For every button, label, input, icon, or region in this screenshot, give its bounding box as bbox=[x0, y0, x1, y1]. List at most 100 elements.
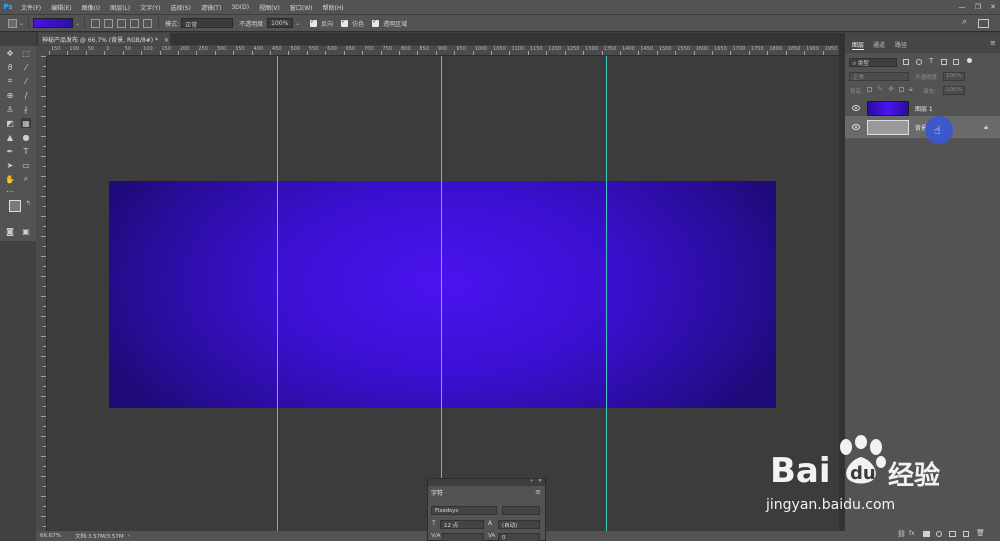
kind-filter-select[interactable]: ⌕ 类型 bbox=[849, 58, 897, 67]
pen-tool-icon[interactable]: ✒ bbox=[5, 146, 15, 156]
menu-help[interactable]: 帮助(H) bbox=[318, 3, 349, 12]
marquee-tool-icon[interactable]: ⬚ bbox=[21, 48, 31, 58]
lock-transparent-icon[interactable] bbox=[867, 87, 872, 92]
new-group-icon[interactable] bbox=[949, 531, 956, 537]
menu-select[interactable]: 选择(S) bbox=[165, 3, 196, 12]
more-tools-icon[interactable]: ⋯ bbox=[5, 186, 15, 196]
search-icon[interactable]: ⌕ bbox=[962, 17, 967, 27]
crop-tool-icon[interactable]: ⌗ bbox=[5, 76, 15, 86]
layer-opacity-input[interactable]: 100% bbox=[943, 72, 965, 81]
link-layers-icon[interactable]: ⛓ bbox=[897, 530, 906, 538]
minimize-button[interactable]: — bbox=[955, 0, 969, 14]
chevron-right-icon[interactable]: › bbox=[128, 533, 130, 539]
menu-3d[interactable]: 3D(D) bbox=[226, 4, 254, 11]
move-tool-icon[interactable]: ✥ bbox=[5, 48, 15, 58]
tab-close-icon[interactable]: × bbox=[164, 37, 169, 44]
layer-row-background[interactable]: 背景 🔒︎ bbox=[845, 116, 1000, 138]
type-tool-icon[interactable]: T bbox=[21, 146, 31, 156]
diamond-gradient-icon[interactable] bbox=[143, 18, 153, 28]
eraser-tool-icon[interactable]: ◩ bbox=[5, 118, 15, 128]
kerning-select[interactable] bbox=[442, 533, 484, 541]
linear-gradient-icon[interactable] bbox=[91, 18, 101, 28]
brush-tool-icon[interactable]: ∕ bbox=[21, 90, 31, 100]
transparency-checkbox[interactable] bbox=[372, 18, 380, 27]
adjustment-layer-icon[interactable] bbox=[936, 531, 942, 537]
blur-tool-icon[interactable]: ▲ bbox=[5, 132, 15, 142]
panel-menu-icon[interactable]: ≡ bbox=[535, 488, 541, 496]
screen-mode-icon[interactable]: ▣ bbox=[21, 226, 31, 236]
layer-style-icon[interactable]: fx bbox=[909, 530, 915, 537]
vertical-guide[interactable] bbox=[277, 56, 278, 531]
menu-view[interactable]: 视图(V) bbox=[254, 3, 285, 12]
lock-image-icon[interactable]: ✎ bbox=[877, 85, 883, 93]
shape-filter-icon[interactable] bbox=[941, 59, 947, 65]
fill-input[interactable]: 100% bbox=[943, 86, 965, 95]
document-canvas[interactable] bbox=[109, 181, 776, 408]
layer-name[interactable]: 图层 1 bbox=[915, 104, 933, 113]
delete-layer-icon[interactable]: 🗑︎ bbox=[976, 529, 985, 537]
zoom-level[interactable]: 66.67% bbox=[40, 533, 61, 539]
tracking-select[interactable]: 0 bbox=[498, 533, 540, 541]
lock-artboard-icon[interactable] bbox=[899, 87, 904, 92]
menu-file[interactable]: 文件(F) bbox=[16, 3, 46, 12]
quick-mask-icon[interactable]: ◙ bbox=[5, 226, 15, 236]
menu-image[interactable]: 图像(I) bbox=[77, 3, 105, 12]
blend-mode-select[interactable]: 正常 bbox=[849, 72, 909, 81]
rectangle-tool-icon[interactable]: ▭ bbox=[21, 160, 31, 170]
font-size-select[interactable]: 12 点 bbox=[440, 520, 484, 529]
panel-header[interactable]: » ✕ bbox=[428, 478, 545, 486]
adjustment-filter-icon[interactable] bbox=[916, 59, 922, 65]
reflected-gradient-icon[interactable] bbox=[130, 18, 140, 28]
layer-mask-icon[interactable] bbox=[923, 531, 930, 537]
swap-colors-icon[interactable]: ↰ bbox=[23, 198, 33, 208]
path-selection-icon[interactable]: ➤ bbox=[5, 160, 15, 170]
history-brush-icon[interactable]: ∤ bbox=[21, 104, 31, 114]
ruler-origin[interactable] bbox=[36, 46, 47, 56]
tab-paths[interactable]: 路径 bbox=[895, 40, 907, 49]
tab-layers[interactable]: 图层 bbox=[852, 40, 865, 50]
smart-object-filter-icon[interactable] bbox=[953, 59, 959, 65]
tab-character[interactable]: 字符 bbox=[431, 488, 443, 497]
panel-menu-icon[interactable]: ≡ bbox=[990, 39, 996, 47]
lock-all-icon[interactable]: 🔒︎ bbox=[909, 85, 913, 94]
reverse-checkbox[interactable] bbox=[310, 18, 318, 27]
type-filter-icon[interactable]: T bbox=[929, 57, 933, 65]
lasso-tool-icon[interactable]: ϑ bbox=[5, 62, 15, 72]
menu-layer[interactable]: 图层(L) bbox=[105, 3, 135, 12]
menu-window[interactable]: 窗口(W) bbox=[285, 3, 318, 12]
gradient-tool-icon[interactable]: ▦ bbox=[21, 118, 31, 128]
collapse-icon[interactable]: » bbox=[530, 478, 533, 484]
close-button[interactable]: ✕ bbox=[986, 0, 1000, 14]
dither-checkbox[interactable] bbox=[341, 18, 349, 27]
maximize-button[interactable]: ❐ bbox=[971, 0, 985, 14]
new-layer-icon[interactable] bbox=[963, 531, 969, 537]
gradient-picker[interactable] bbox=[33, 18, 74, 28]
chevron-down-icon[interactable]: ⌄ bbox=[19, 20, 24, 27]
healing-brush-icon[interactable]: ⊕ bbox=[5, 90, 15, 100]
vertical-ruler[interactable] bbox=[36, 56, 47, 531]
dodge-tool-icon[interactable]: ● bbox=[21, 132, 31, 142]
close-icon[interactable]: ✕ bbox=[538, 478, 542, 484]
tab-channels[interactable]: 通道 bbox=[873, 40, 885, 49]
vertical-guide[interactable] bbox=[606, 56, 607, 531]
eyedropper-icon[interactable]: ⁄ bbox=[21, 76, 31, 86]
opacity-input[interactable]: 100% bbox=[267, 18, 294, 28]
lock-position-icon[interactable]: ✥ bbox=[888, 85, 894, 93]
visibility-eye-icon[interactable] bbox=[852, 105, 860, 111]
chevron-down-icon[interactable]: ⌄ bbox=[295, 20, 300, 27]
menu-filter[interactable]: 滤镜(T) bbox=[196, 3, 226, 12]
chevron-down-icon[interactable]: ⌄ bbox=[75, 20, 80, 27]
tool-preset-icon[interactable] bbox=[8, 18, 17, 28]
clone-stamp-icon[interactable]: ♙ bbox=[5, 104, 15, 114]
zoom-tool-icon[interactable]: ⌕ bbox=[21, 174, 31, 184]
workspace-icon[interactable] bbox=[978, 19, 989, 28]
hand-tool-icon[interactable]: ✋ bbox=[5, 174, 15, 184]
font-family-select[interactable]: Fixedsys bbox=[431, 506, 497, 515]
magic-wand-icon[interactable]: ⁄ bbox=[21, 62, 31, 72]
visibility-eye-icon[interactable] bbox=[852, 124, 860, 130]
radial-gradient-icon[interactable] bbox=[104, 18, 114, 28]
menu-type[interactable]: 文字(Y) bbox=[135, 3, 165, 12]
horizontal-ruler[interactable]: 150 100 50 0 50 100 150 200 250 300 350 400 450 500 55… bbox=[47, 46, 839, 56]
document-tab[interactable]: 神秘产品发布 @ 66.7% (背景, RGB/8#) * × bbox=[38, 33, 170, 45]
leading-select[interactable]: (自动) bbox=[498, 520, 540, 529]
